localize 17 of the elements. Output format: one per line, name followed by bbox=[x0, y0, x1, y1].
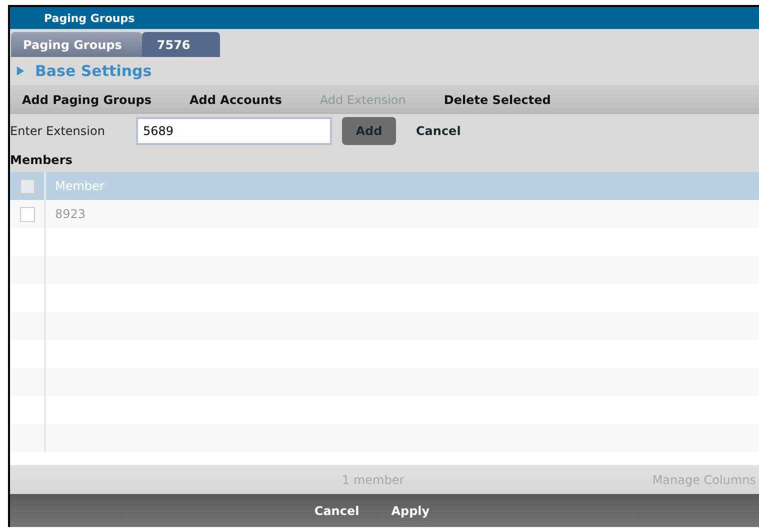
field-label: Enter Extension bbox=[10, 124, 106, 138]
tab[interactable]: 7576 bbox=[142, 32, 220, 57]
cancel-button[interactable]: Cancel bbox=[410, 122, 467, 138]
tab[interactable]: Paging Groups bbox=[11, 32, 142, 57]
toolbar-button[interactable]: Add Paging Groups bbox=[22, 92, 172, 106]
footer-button[interactable]: Cancel bbox=[306, 504, 368, 518]
select-all-checkbox[interactable] bbox=[20, 178, 34, 194]
window-title: Paging Groups bbox=[44, 12, 135, 24]
row-checkbox[interactable] bbox=[20, 206, 34, 222]
toolbar-button[interactable]: Delete Selected bbox=[444, 92, 571, 106]
section-heading: Members bbox=[10, 152, 72, 166]
toolbar-button[interactable]: Add Accounts bbox=[190, 92, 302, 106]
extension-field[interactable]: 5689 bbox=[136, 116, 332, 144]
footer-button[interactable]: Apply bbox=[383, 504, 438, 518]
table-cell-text: 8923 bbox=[54, 206, 86, 223]
expand-triangle-icon[interactable] bbox=[16, 66, 25, 76]
add-button[interactable]: Add bbox=[342, 116, 396, 144]
